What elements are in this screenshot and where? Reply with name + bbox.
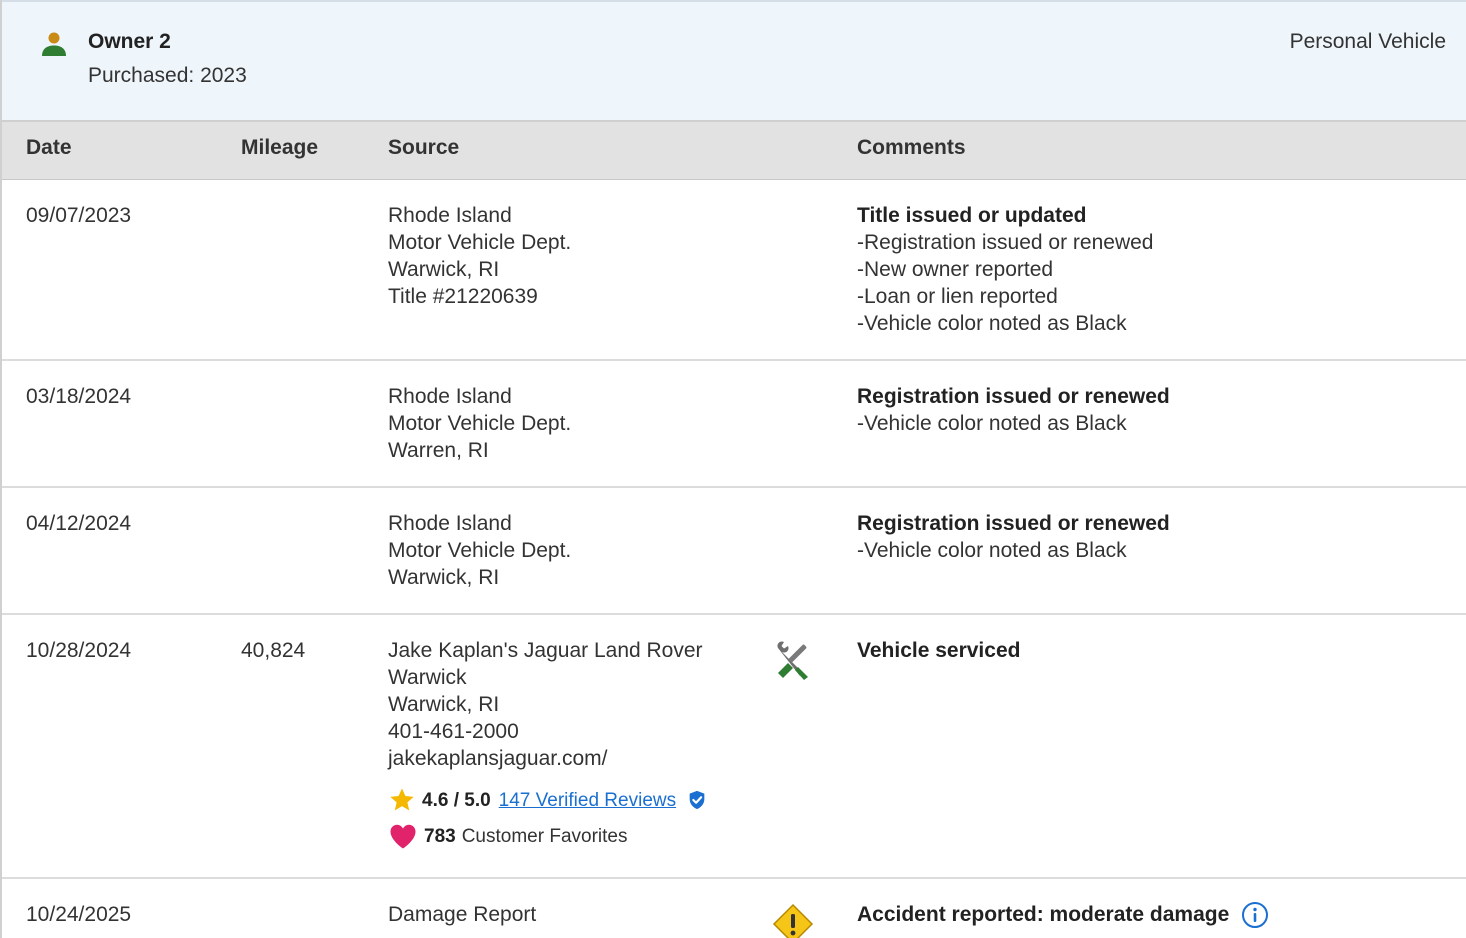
- comment-title: Registration issued or renewed: [857, 512, 1170, 535]
- service-tools-icon: [777, 641, 808, 680]
- source-line: Warren, RI: [388, 439, 489, 462]
- owner-header: Owner 2 Purchased: 2023 Personal Vehicle: [2, 0, 1466, 122]
- row-comments: Accident reported: moderate damage: [857, 901, 1269, 929]
- source-line: Motor Vehicle Dept.: [388, 539, 572, 562]
- source-line: Warwick, RI: [388, 258, 500, 281]
- row-comments: Vehicle serviced: [857, 637, 1020, 664]
- comment-item: Vehicle color noted as Black: [857, 310, 1154, 337]
- source-line: Motor Vehicle Dept.: [388, 412, 572, 435]
- comment-title: Vehicle serviced: [857, 639, 1021, 662]
- comment-title-text: Accident reported: moderate damage: [857, 903, 1230, 926]
- owner-name: Owner 2: [88, 30, 171, 53]
- source-line: Title #21220639: [388, 285, 538, 308]
- favorites-count: 783: [424, 825, 456, 847]
- warning-icon: [772, 903, 814, 938]
- verified-shield-icon: [689, 790, 705, 810]
- row-comments: Title issued or updated Registration iss…: [857, 202, 1154, 337]
- source-line: Warwick, RI: [388, 566, 500, 589]
- table-row: 10/24/2025 Damage Report Accident report…: [2, 879, 1466, 938]
- source-line: Rhode Island: [388, 512, 512, 535]
- row-date: 03/18/2024: [26, 385, 132, 408]
- table-row: 03/18/2024 Rhode Island Motor Vehicle De…: [2, 361, 1466, 488]
- info-icon[interactable]: [1241, 901, 1269, 929]
- verified-reviews-link[interactable]: 147 Verified Reviews: [499, 787, 676, 814]
- comment-item: Registration issued or renewed: [857, 229, 1154, 256]
- comment-item: Vehicle color noted as Black: [857, 537, 1170, 564]
- table-row: 04/12/2024 Rhode Island Motor Vehicle De…: [2, 488, 1466, 615]
- row-comments: Registration issued or renewed Vehicle c…: [857, 383, 1170, 437]
- heart-icon: [390, 824, 416, 849]
- row-source: Rhode Island Motor Vehicle Dept. Warwick…: [388, 202, 571, 310]
- person-icon: [42, 32, 66, 56]
- customer-favorites: 783 Customer Favorites: [388, 822, 714, 850]
- column-header-comments: Comments: [857, 136, 966, 159]
- row-source: Jake Kaplan's Jaguar Land Rover Warwick …: [388, 637, 714, 850]
- row-source: Rhode Island Motor Vehicle Dept. Warwick…: [388, 510, 571, 591]
- row-date: 04/12/2024: [26, 512, 132, 535]
- row-source: Rhode Island Motor Vehicle Dept. Warren,…: [388, 383, 571, 464]
- row-mileage: 40,824: [241, 639, 306, 662]
- source-line: jakekaplansjaguar.com/: [388, 747, 608, 770]
- row-date: 10/24/2025: [26, 903, 132, 926]
- source-line: Warwick: [388, 666, 467, 689]
- owner-purchased: Purchased: 2023: [88, 64, 247, 87]
- row-date: 09/07/2023: [26, 204, 132, 227]
- table-row: 10/28/2024 40,824 Jake Kaplan's Jaguar L…: [2, 615, 1466, 879]
- source-line: Rhode Island: [388, 385, 512, 408]
- comment-item: Loan or lien reported: [857, 283, 1154, 310]
- source-line: Rhode Island: [388, 204, 512, 227]
- row-comments: Registration issued or renewed Vehicle c…: [857, 510, 1170, 564]
- comment-title: Title issued or updated: [857, 204, 1087, 227]
- column-header-source: Source: [388, 136, 460, 159]
- row-source: Damage Report: [388, 901, 536, 928]
- comment-title: Registration issued or renewed: [857, 385, 1170, 408]
- owner-vehicle-type: Personal Vehicle: [1289, 30, 1446, 53]
- row-date: 10/28/2024: [26, 639, 132, 662]
- source-line: Motor Vehicle Dept.: [388, 231, 572, 254]
- source-line: 401-461-2000: [388, 720, 519, 743]
- vehicle-history-panel: Owner 2 Purchased: 2023 Personal Vehicle…: [0, 0, 1466, 938]
- comment-item: New owner reported: [857, 256, 1154, 283]
- column-header-date: Date: [26, 136, 72, 159]
- source-line: Jake Kaplan's Jaguar Land Rover: [388, 639, 703, 662]
- star-icon: [390, 788, 414, 811]
- column-header-mileage: Mileage: [241, 136, 319, 159]
- rating-value: 4.6 / 5.0: [422, 789, 491, 811]
- comment-title: Accident reported: moderate damage: [857, 901, 1269, 929]
- source-line: Warwick, RI: [388, 693, 500, 716]
- table-row: 09/07/2023 Rhode Island Motor Vehicle De…: [2, 180, 1466, 361]
- table-header: Date Mileage Source Comments: [2, 122, 1466, 180]
- favorites-label: Customer Favorites: [461, 825, 628, 847]
- comment-item: Vehicle color noted as Black: [857, 410, 1170, 437]
- dealer-rating: 4.6 / 5.0 147 Verified Reviews: [388, 786, 714, 814]
- source-line: Damage Report: [388, 903, 537, 926]
